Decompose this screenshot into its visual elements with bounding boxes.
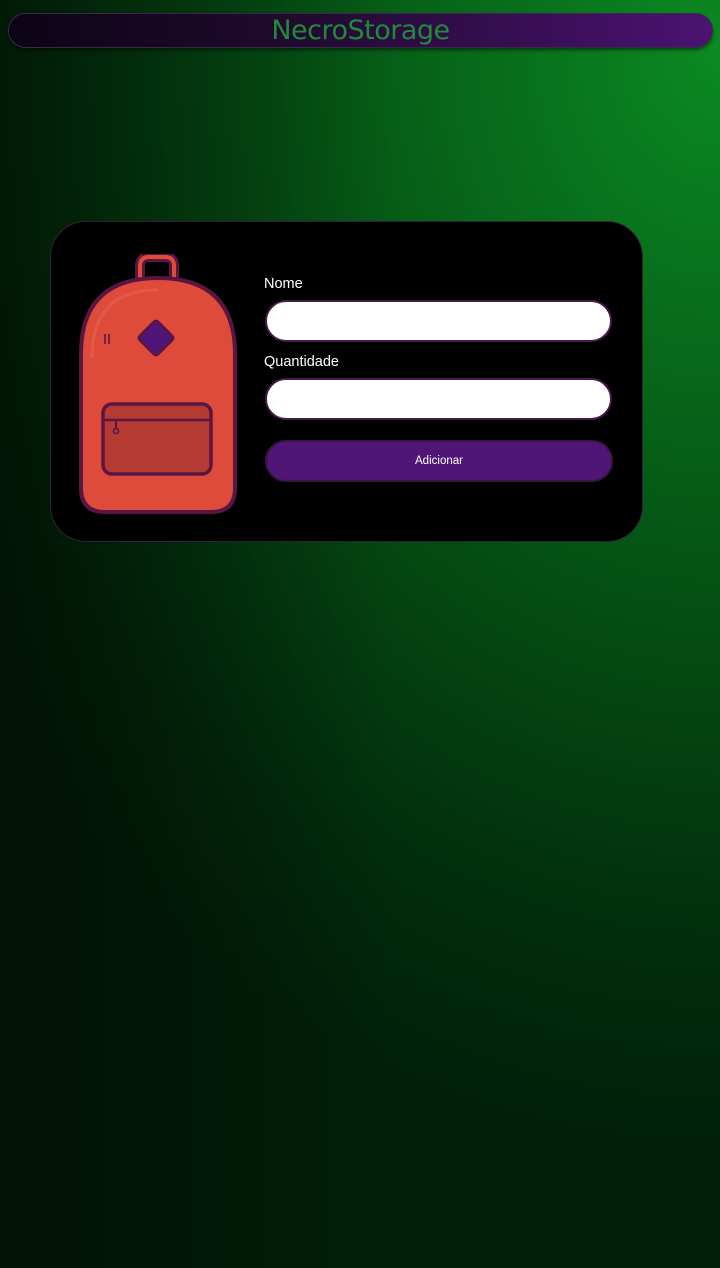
nome-label: Nome (264, 276, 303, 292)
background-shade (0, 0, 720, 1268)
app-title: NecroStorage (271, 14, 450, 46)
backpack-icon (79, 254, 237, 514)
nome-input[interactable] (265, 300, 612, 342)
adicionar-button[interactable]: Adicionar (265, 440, 613, 482)
quantidade-input[interactable] (265, 378, 612, 420)
app-header: NecroStorage (8, 13, 713, 48)
quantidade-label: Quantidade (264, 354, 339, 370)
